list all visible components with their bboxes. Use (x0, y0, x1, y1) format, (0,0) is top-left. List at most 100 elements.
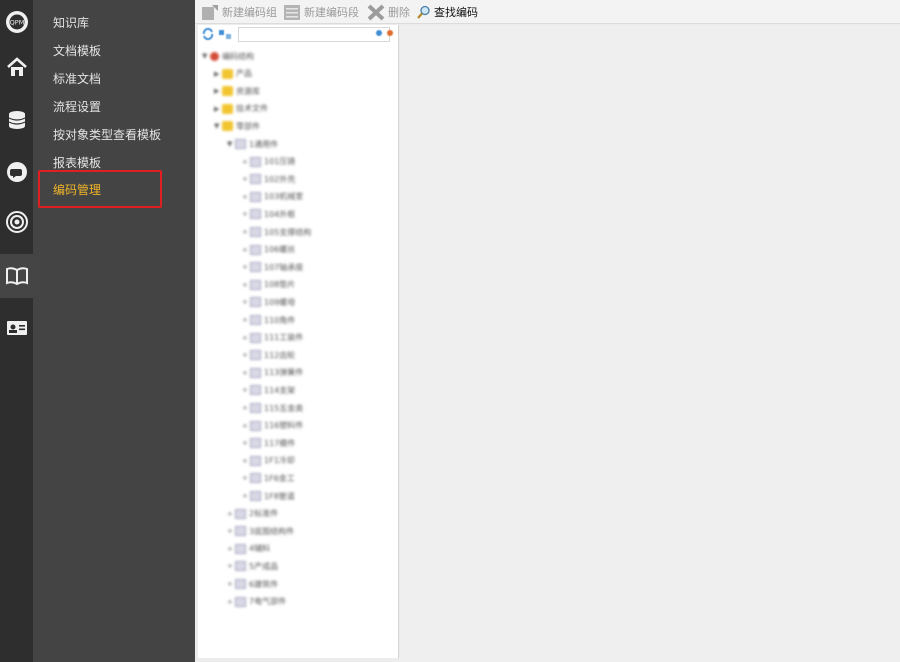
delete-icon (367, 4, 385, 20)
signal-nav-button[interactable] (0, 200, 33, 244)
tree-node[interactable]: +102外壳 (242, 172, 295, 186)
doc-icon (235, 508, 246, 519)
tree-node[interactable]: +109螺母 (242, 295, 295, 309)
tree-expander[interactable]: + (227, 598, 235, 606)
tree-expander[interactable]: + (242, 439, 250, 447)
tree-tools (198, 25, 398, 43)
tree-expander[interactable]: + (242, 422, 250, 430)
menu-item[interactable]: 文档模板 (53, 42, 101, 59)
clear-search-icon[interactable] (386, 29, 394, 37)
tree-node[interactable]: +7电气部件 (227, 595, 286, 609)
tree-expander[interactable]: + (242, 158, 250, 166)
new-segment-button[interactable]: 新建编码段 (283, 2, 359, 22)
tree-expander[interactable]: + (242, 404, 250, 412)
tree-expander[interactable]: + (242, 334, 250, 342)
tree-expander[interactable]: + (242, 386, 250, 394)
delete-button[interactable]: 删除 (367, 2, 410, 22)
signal-icon (5, 211, 28, 233)
tree-expander[interactable]: + (227, 562, 235, 570)
tree-node[interactable]: +2标准件 (227, 507, 278, 521)
tree-expander[interactable]: ▶ (214, 105, 222, 113)
tree-node[interactable]: ▼ 零部件 (214, 119, 260, 133)
tree-node[interactable]: +108垫片 (242, 278, 295, 292)
database-nav-button[interactable] (0, 98, 33, 142)
tree-expander[interactable]: + (227, 545, 235, 553)
tree-expander[interactable]: + (227, 527, 235, 535)
tree-node[interactable]: +113弹簧件 (242, 366, 303, 380)
menu-item[interactable]: 报表模板 (53, 154, 101, 171)
chat-nav-button[interactable] (0, 150, 33, 194)
tree-expander[interactable]: ▼ (227, 140, 235, 148)
doc-icon (235, 543, 246, 554)
tree-expander[interactable]: + (242, 351, 250, 359)
tree-node[interactable]: +106螺丝 (242, 243, 295, 257)
tree-node[interactable]: +101压铸 (242, 155, 295, 169)
tree-node[interactable]: +110角件 (242, 313, 295, 327)
doc-icon (250, 438, 261, 449)
tree-expander[interactable]: + (242, 246, 250, 254)
find-code-button[interactable]: 查找编码 (417, 2, 478, 22)
tree-expander[interactable]: ▶ (214, 87, 222, 95)
doc-icon (250, 174, 261, 185)
tree-node-label: 2标准件 (249, 509, 279, 519)
tree-node[interactable]: +107轴承座 (242, 260, 303, 274)
tree-node[interactable]: +6建筑件 (227, 577, 278, 591)
book-nav-button[interactable] (0, 254, 33, 298)
tree-expander[interactable]: + (242, 193, 250, 201)
tree-node[interactable]: +3底图结构件 (227, 524, 294, 538)
tree-node[interactable]: ▶ 资源库 (214, 84, 260, 98)
tree-node[interactable]: +103机械室 (242, 190, 303, 204)
tree-node[interactable]: +1F8管道 (242, 489, 295, 503)
id-card-nav-button[interactable] (0, 306, 33, 350)
menu-item[interactable]: 标准文档 (53, 70, 101, 87)
menu-item[interactable]: 流程设置 (53, 98, 101, 115)
tree-node[interactable]: +104外框 (242, 207, 295, 221)
tree-expander[interactable]: + (242, 281, 250, 289)
tree-node[interactable]: +1F6金工 (242, 471, 295, 485)
new-group-button[interactable]: 新建编码组 (201, 2, 277, 22)
tree-expander[interactable]: + (242, 263, 250, 271)
tree-expander[interactable]: + (242, 316, 250, 324)
tree-expander[interactable]: ▶ (214, 70, 222, 78)
tree-node[interactable]: +105支撑结构 (242, 225, 311, 239)
tree-node-label: 1F1冷却 (264, 456, 295, 466)
tree-expander[interactable]: + (242, 492, 250, 500)
tree-node[interactable]: ▶ 产品 (214, 67, 252, 81)
doc-icon (250, 350, 261, 361)
tree-node[interactable]: +5产成品 (227, 559, 278, 573)
tree-expander[interactable]: ▼ (202, 52, 210, 60)
tree-node[interactable]: ▼ 1通用件 (227, 137, 278, 151)
tree-node[interactable]: +111工装件 (242, 331, 303, 345)
tree-expander[interactable]: + (242, 369, 250, 377)
tree-expander[interactable]: + (242, 474, 250, 482)
tree-node[interactable]: +114支架 (242, 383, 295, 397)
tree-node[interactable]: +116塑料件 (242, 419, 303, 433)
tree-search-input[interactable] (238, 27, 390, 42)
tree-node[interactable]: ▶ 技术文件 (214, 102, 268, 116)
tree-node[interactable]: +117模件 (242, 436, 295, 450)
tree-expander[interactable]: ▼ (214, 122, 222, 130)
tree-node[interactable]: +1F1冷却 (242, 454, 295, 468)
search-go-icon[interactable] (375, 29, 383, 37)
tree-node[interactable]: ▼ 编码结构 (202, 49, 254, 63)
menu-item[interactable]: 知识库 (53, 14, 89, 31)
tree-expander[interactable]: + (227, 510, 235, 518)
tree-node-label: 103机械室 (264, 192, 304, 202)
tree-node[interactable]: +115五金类 (242, 401, 303, 415)
tree-expander[interactable]: + (242, 298, 250, 306)
tree-expander[interactable]: + (227, 580, 235, 588)
tree-expander[interactable]: + (242, 228, 250, 236)
magnifier-icon (417, 5, 430, 19)
tree-expander[interactable]: + (242, 175, 250, 183)
doc-icon (250, 191, 261, 202)
tree-node[interactable]: +4辅料 (227, 542, 270, 556)
tree-expander[interactable]: + (242, 210, 250, 218)
tree-node[interactable]: +112齿轮 (242, 348, 295, 362)
home-nav-button[interactable] (0, 45, 33, 89)
qpm-logo-nav-button[interactable]: QPM (0, 0, 33, 44)
expand-all-icon[interactable] (218, 28, 232, 40)
menu-item[interactable]: 按对象类型查看模板 (53, 126, 161, 143)
tree-expander[interactable]: + (242, 457, 250, 465)
tree-node-label: 零部件 (236, 121, 260, 131)
refresh-icon[interactable] (202, 28, 214, 40)
